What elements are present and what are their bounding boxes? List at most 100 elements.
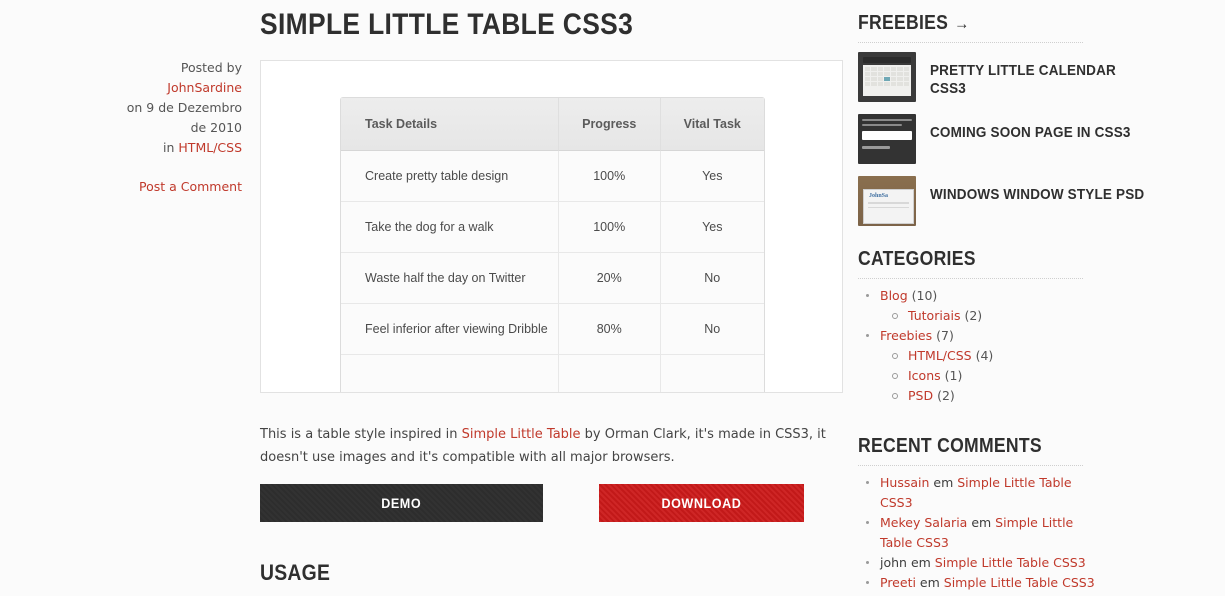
category-prefix: in: [163, 140, 175, 155]
cell-progress: 20%: [558, 253, 661, 304]
download-button[interactable]: Download: [599, 484, 804, 522]
list-item: Hussain em Simple Little Table CSS3: [858, 473, 1108, 513]
date-part-1: 9 de Dezembro: [146, 100, 242, 115]
category-link-freebies[interactable]: Freebies: [880, 328, 932, 343]
date-line-1: on 9 de Dezembro: [100, 98, 242, 118]
comment-separator: em: [929, 475, 958, 490]
table-row: Waste half the day on Twitter 20% No: [341, 253, 764, 304]
thumb-line: [862, 119, 912, 121]
post-category-link[interactable]: HTML/CSS: [178, 140, 242, 155]
freebie-title: Coming Soon Page in CSS3: [930, 124, 1131, 141]
cell-progress: 100%: [558, 151, 661, 202]
date-line-2: de 2010: [100, 118, 242, 138]
comment-separator: em: [915, 575, 944, 590]
cell-vital: Yes: [660, 202, 764, 253]
comment-post-link[interactable]: Simple Little Table CSS3: [935, 555, 1086, 570]
date-part-2: de 2010: [190, 120, 242, 135]
cell-task: Take the dog for a walk: [341, 202, 559, 253]
list-item: john em Simple Little Table CSS3: [858, 553, 1108, 573]
column-header-vital-task: Vital Task: [660, 98, 764, 151]
comment-author-link[interactable]: Preeti: [880, 575, 916, 590]
cell-progress: 80%: [558, 304, 661, 355]
download-button-label: Download: [661, 495, 742, 511]
category-link-html-css[interactable]: HTML/CSS: [908, 348, 972, 363]
thumb-line: [862, 124, 902, 126]
table-header-row: Task Details Progress Vital Task: [341, 98, 764, 151]
list-item: Preeti em Simple Little Table CSS3: [858, 573, 1108, 593]
categories-heading: Categories: [858, 248, 976, 270]
author-link[interactable]: JohnSardine: [167, 80, 242, 95]
cell-progress: [558, 355, 661, 392]
sidebar: Freebies → Pretty Little Calendar CSS3: [858, 0, 1225, 596]
comment-author-link[interactable]: Mekey Salaria: [880, 515, 967, 530]
category-count: (7): [936, 328, 954, 343]
cell-task: Waste half the day on Twitter: [341, 253, 559, 304]
recent-comments-list: Hussain em Simple Little Table CSS3 Meke…: [858, 473, 1108, 596]
cell-vital: No: [660, 304, 764, 355]
list-item: Icons (1): [880, 366, 1158, 386]
table-row: Take the dog for a walk 100% Yes: [341, 202, 764, 253]
simple-little-table-wrapper: Task Details Progress Vital Task Create …: [340, 97, 765, 392]
category-count: (10): [911, 288, 938, 303]
comment-author-plain: john: [880, 555, 907, 570]
author-line: JohnSardine: [100, 78, 242, 98]
simple-little-table-link[interactable]: Simple Little Table: [462, 427, 581, 442]
recent-comments-heading: Recent Comments: [858, 435, 1042, 457]
thumb-line: [868, 202, 909, 204]
arrow-right-icon: →: [954, 14, 970, 33]
freebie-title: Windows Window Style PSD: [930, 186, 1145, 203]
comment-post-link[interactable]: Simple Little Table CSS3: [944, 575, 1095, 590]
usage-heading: Usage: [260, 560, 331, 585]
freebies-heading[interactable]: Freebies →: [858, 12, 1056, 35]
comments-root-list: Hussain em Simple Little Table CSS3 Meke…: [858, 473, 1108, 596]
post-meta: Posted by JohnSardine on 9 de Dezembro d…: [100, 58, 242, 158]
list-item: HTML/CSS (4): [880, 346, 1158, 366]
table-row-partial: [341, 355, 764, 392]
categories-list: Blog (10) Tutoriais (2) Freebies (7) HTM…: [858, 286, 1158, 406]
demo-table-head: Task Details Progress Vital Task: [341, 98, 764, 151]
category-count: (2): [964, 308, 983, 323]
category-count: (4): [975, 348, 994, 363]
page-root: Simple Little Table CSS3 Posted by JohnS…: [0, 0, 1225, 596]
freebies-section-header: Freebies →: [858, 12, 1083, 43]
list-item: Blog (10) Tutoriais (2): [858, 286, 1158, 326]
cell-task: Feel inferior after viewing Dribble: [341, 304, 559, 355]
calendar-thumbnail-icon: [858, 52, 916, 102]
demo-table-body: Create pretty table design 100% Yes Take…: [341, 151, 764, 392]
category-link-psd[interactable]: PSD: [908, 388, 933, 403]
section-divider: [858, 465, 1083, 466]
list-item[interactable]: Coming Soon Page in CSS3: [858, 114, 1218, 168]
category-link-blog[interactable]: Blog: [880, 288, 908, 303]
calendar-grid: [863, 65, 911, 96]
category-count: (1): [944, 368, 963, 383]
freebies-heading-label: Freebies: [858, 12, 949, 34]
list-item: Mekey Salaria em Simple Little Table CSS…: [858, 513, 1108, 553]
post-description: This is a table style inspired in Simple…: [260, 423, 835, 469]
column-header-progress: Progress: [558, 98, 661, 151]
list-item[interactable]: Pretty Little Calendar CSS3: [858, 52, 1218, 106]
thumb-signature: [862, 146, 890, 149]
demo-preview-frame: Task Details Progress Vital Task Create …: [260, 60, 843, 393]
list-item: PSD (2): [880, 386, 1158, 406]
column-header-task-details: Task Details: [341, 98, 559, 151]
thumb-line: [868, 206, 909, 208]
demo-table: Task Details Progress Vital Task Create …: [340, 97, 765, 392]
demo-button[interactable]: Demo: [260, 484, 543, 522]
cell-task: Create pretty table design: [341, 151, 559, 202]
comment-separator: em: [906, 555, 935, 570]
category-root-list: Blog (10) Tutoriais (2) Freebies (7) HTM…: [858, 286, 1158, 406]
category-link-tutoriais[interactable]: Tutoriais: [908, 308, 960, 323]
recent-comments-section-header: Recent Comments: [858, 435, 1083, 466]
table-row: Create pretty table design 100% Yes: [341, 151, 764, 202]
comment-separator: em: [967, 515, 996, 530]
section-divider: [858, 42, 1083, 43]
thumb-window-title: JohnSa: [869, 193, 889, 199]
demo-button-label: Demo: [381, 495, 422, 511]
comment-author-link[interactable]: Hussain: [880, 475, 929, 490]
category-link-icons[interactable]: Icons: [908, 368, 941, 383]
category-sub-list: HTML/CSS (4) Icons (1) PSD (2): [880, 346, 1158, 406]
list-item[interactable]: JohnSa Windows Window Style PSD: [858, 176, 1218, 230]
cell-task: [341, 355, 559, 392]
thumb-window: JohnSa: [863, 189, 914, 224]
post-a-comment-link[interactable]: Post a Comment: [100, 179, 242, 195]
